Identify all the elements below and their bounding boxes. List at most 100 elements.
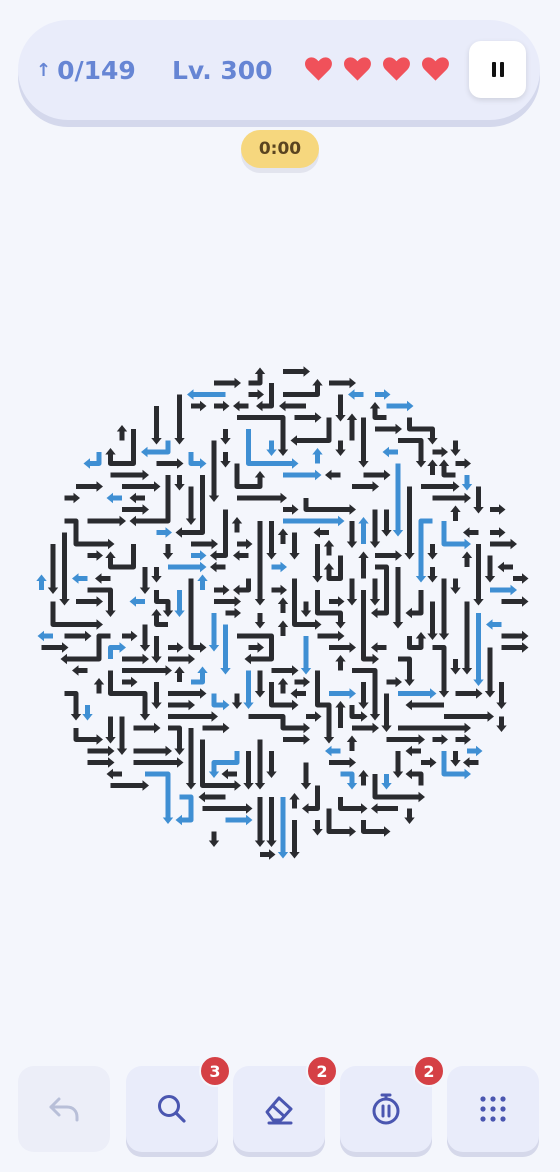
menu-button[interactable]: [447, 1066, 539, 1152]
arrow-path[interactable]: [234, 463, 263, 489]
arrow-head-icon: [175, 527, 182, 538]
arrow-head-icon: [257, 389, 264, 400]
arrow-head-icon: [430, 757, 437, 768]
arrow-head-icon: [405, 768, 412, 780]
arrow-head-icon: [256, 400, 263, 412]
arrow-head-icon: [200, 561, 207, 573]
arrow-head-icon: [188, 653, 195, 665]
arrow-head-icon: [349, 826, 356, 837]
arrow-head-icon: [72, 573, 79, 584]
arrow-head-icon: [105, 610, 116, 617]
arrow-path[interactable]: [108, 544, 136, 570]
arrow-head-icon: [349, 377, 356, 389]
arrow-head-icon: [220, 461, 231, 468]
arrow-head-icon: [254, 691, 266, 698]
arrow-head-icon: [142, 504, 149, 515]
arrow-head-icon: [223, 722, 230, 734]
arrow-head-icon: [338, 596, 345, 607]
arrow-head-icon: [151, 576, 162, 583]
arrow-head-icon: [369, 599, 381, 606]
arrow-head-icon: [231, 517, 243, 524]
arrow-head-icon: [266, 771, 277, 778]
arrow-path[interactable]: [326, 808, 352, 834]
arrow-path[interactable]: [315, 590, 343, 625]
arrow-head-icon: [476, 745, 483, 757]
arrow-path[interactable]: [432, 645, 447, 694]
arrow-head-icon: [381, 783, 392, 790]
arrow-head-icon: [188, 699, 195, 711]
arrow-head-icon: [463, 527, 470, 538]
arrow-head-icon: [289, 553, 300, 560]
arrow-head-icon: [497, 561, 504, 573]
arrow-path[interactable]: [248, 714, 307, 731]
arrow-path[interactable]: [303, 498, 352, 512]
arrow-head-icon: [246, 814, 253, 826]
arrow-head-icon: [254, 840, 266, 847]
arrow-path[interactable]: [283, 383, 320, 397]
arrow-head-icon: [303, 366, 310, 377]
arrow-head-icon: [151, 656, 162, 663]
arrow-head-icon: [346, 413, 358, 420]
grid-dots-icon: [480, 1096, 506, 1122]
arrow-head-icon: [487, 711, 494, 722]
arrow-head-icon: [404, 553, 415, 560]
arrow-head-icon: [177, 642, 184, 653]
arrow-path[interactable]: [398, 656, 412, 682]
arrow-path[interactable]: [64, 633, 111, 662]
arrow-head-icon: [289, 793, 300, 800]
arrow-path[interactable]: [64, 518, 111, 547]
arrow-head-icon: [348, 389, 355, 400]
arrow-head-icon: [108, 538, 115, 550]
arrow-head-icon: [200, 642, 207, 653]
arrow-path[interactable]: [294, 417, 332, 443]
arrow-head-icon: [323, 540, 335, 547]
arrow-path[interactable]: [211, 751, 240, 774]
undo-button[interactable]: [18, 1066, 110, 1152]
arrow-head-icon: [266, 553, 277, 560]
arrow-head-icon: [349, 642, 356, 653]
arrow-path[interactable]: [361, 820, 387, 834]
arrow-head-icon: [165, 745, 172, 757]
arrow-head-icon: [484, 576, 496, 583]
arrow-head-icon: [369, 714, 381, 721]
arrow-head-icon: [303, 722, 310, 734]
arrow-head-icon: [37, 630, 44, 642]
arrow-head-icon: [119, 642, 126, 653]
arrow-path[interactable]: [398, 438, 424, 464]
arrow-head-icon: [292, 504, 299, 515]
arrow-head-icon: [461, 551, 473, 558]
arrow-head-icon: [313, 527, 320, 538]
arrow-head-icon: [499, 504, 506, 515]
arrow-path[interactable]: [407, 417, 435, 441]
arrow-head-icon: [257, 642, 264, 653]
arrow-path[interactable]: [145, 771, 171, 820]
arrow-head-icon: [392, 622, 404, 629]
arrow-path[interactable]: [50, 601, 99, 627]
arrow-path[interactable]: [237, 415, 286, 453]
arrow-head-icon: [200, 550, 207, 561]
arrow-head-icon: [142, 653, 149, 665]
arrow-head-icon: [254, 367, 266, 374]
arrow-path[interactable]: [338, 797, 364, 811]
arrow-head-icon: [300, 783, 312, 790]
arrow-path[interactable]: [108, 670, 148, 717]
arrow-head-icon: [280, 492, 287, 504]
arrow-path[interactable]: [64, 691, 79, 717]
arrow-head-icon: [315, 469, 322, 481]
arrow-head-icon: [371, 642, 378, 653]
arrow-head-icon: [371, 803, 378, 814]
arrow-head-icon: [234, 596, 241, 607]
arrow-path[interactable]: [73, 728, 99, 742]
arrow-head-icon: [165, 665, 172, 676]
arrow-head-icon: [372, 481, 379, 492]
arrow-path[interactable]: [154, 590, 171, 613]
arrow-head-icon: [427, 553, 438, 560]
arrow-path[interactable]: [168, 725, 182, 751]
arrow-path[interactable]: [315, 670, 332, 740]
arrow-head-icon: [369, 541, 381, 548]
arrow-head-icon: [177, 757, 184, 768]
arrow-maze-board[interactable]: [0, 0, 560, 1172]
arrow-head-icon: [129, 596, 136, 607]
arrow-path[interactable]: [214, 509, 228, 558]
arrow-head-icon: [323, 737, 335, 744]
